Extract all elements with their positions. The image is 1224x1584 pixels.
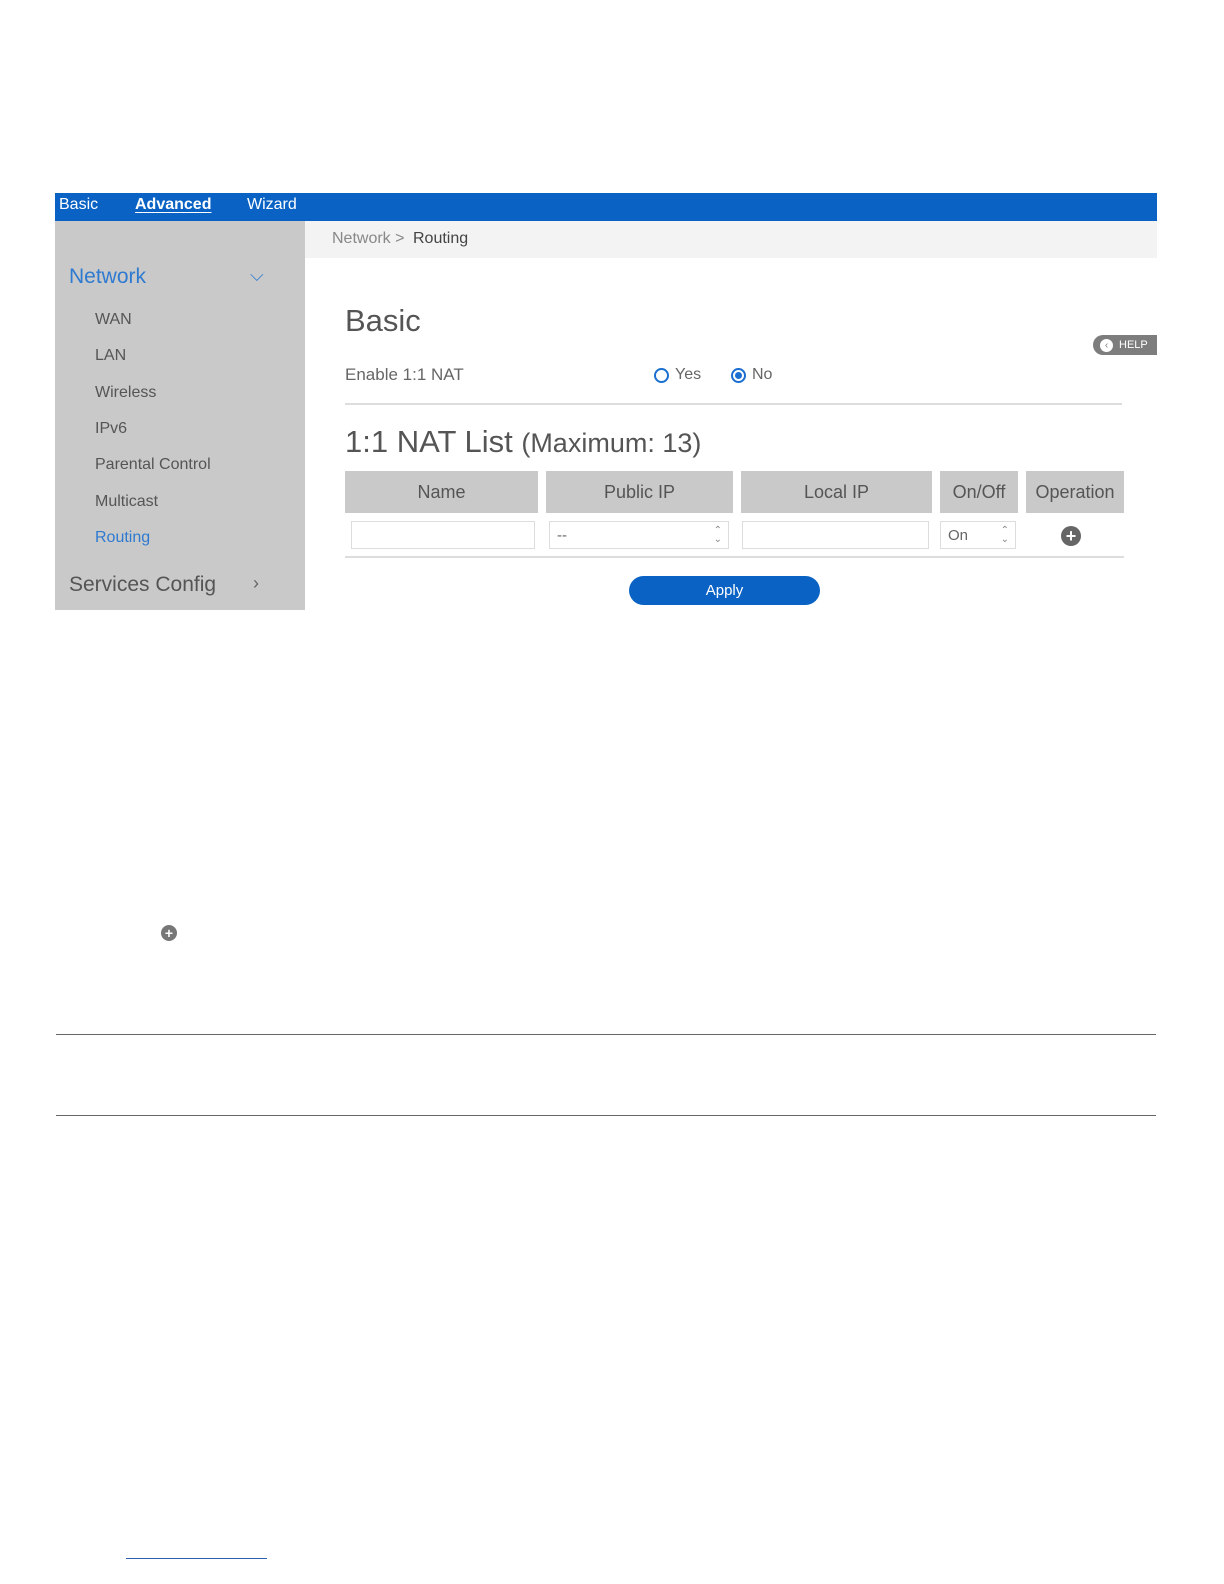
nat-list-maximum: (Maximum: 13) [521,428,702,458]
radio-yes-label: Yes [675,366,702,383]
sidebar-group-services-config[interactable]: Services Config [69,573,216,597]
select-arrows-icon: ⌃ ⌄ [713,525,722,545]
horizontal-rule [56,1115,1156,1116]
enable-nat-label: Enable 1:1 NAT [345,365,464,384]
column-header-name: Name [345,471,538,513]
footnote-rule [126,1558,267,1559]
top-navigation-bar: Basic Advanced Wizard [55,193,1157,221]
sidebar: Network ⌵ WAN LAN Wireless IPv6 Parental… [55,221,305,610]
sidebar-item-ipv6[interactable]: IPv6 [95,420,127,438]
add-row-plus-icon[interactable]: + [1061,526,1081,546]
radio-yes[interactable]: Yes [654,366,701,384]
on-off-select[interactable]: On ⌃ ⌄ [940,521,1016,549]
select-arrows-icon: ⌃ ⌄ [1000,525,1009,545]
sidebar-group-network[interactable]: Network [69,265,146,289]
divider [345,403,1122,405]
nat-list-title: 1:1 NAT List [345,424,513,459]
nav-basic[interactable]: Basic [59,196,98,214]
on-off-select-value: On [948,526,969,544]
sidebar-item-routing[interactable]: Routing [95,529,150,547]
section-title-basic: Basic [345,303,421,338]
sidebar-item-multicast[interactable]: Multicast [95,493,158,511]
local-ip-input[interactable] [742,521,929,549]
sidebar-item-wan[interactable]: WAN [95,311,132,329]
sidebar-item-lan[interactable]: LAN [95,347,126,365]
radio-checked-icon [731,367,746,383]
chevron-right-icon[interactable]: › [253,573,259,594]
breadcrumb: Network > Routing [305,221,1157,258]
chevron-left-icon: ‹ [1100,338,1113,352]
name-input[interactable] [351,521,535,549]
sidebar-item-parental-control[interactable]: Parental Control [95,456,211,474]
radio-no[interactable]: No [731,366,772,384]
radio-unchecked-icon [654,367,669,383]
help-button[interactable]: ‹ HELP [1093,335,1157,355]
column-header-public-ip: Public IP [546,471,733,513]
sidebar-item-wireless[interactable]: Wireless [95,384,156,402]
apply-button[interactable]: Apply [629,576,820,605]
nav-wizard[interactable]: Wizard [247,196,297,214]
table-bottom-divider [345,556,1124,558]
chevron-down-icon[interactable]: ⌵ [250,265,264,286]
public-ip-select-value: -- [557,526,567,544]
column-header-on-off: On/Off [940,471,1018,513]
breadcrumb-parent[interactable]: Network > [332,230,404,248]
help-label: HELP [1119,339,1148,351]
plus-circle-icon: + [161,925,177,941]
section-title-nat-list: 1:1 NAT List (Maximum: 13) [345,424,701,460]
nav-advanced[interactable]: Advanced [135,196,211,214]
horizontal-rule [56,1034,1156,1035]
breadcrumb-current: Routing [413,230,469,247]
column-header-local-ip: Local IP [741,471,932,513]
radio-no-label: No [752,366,773,383]
column-header-operation: Operation [1026,471,1124,513]
public-ip-select[interactable]: -- ⌃ ⌄ [549,521,729,549]
